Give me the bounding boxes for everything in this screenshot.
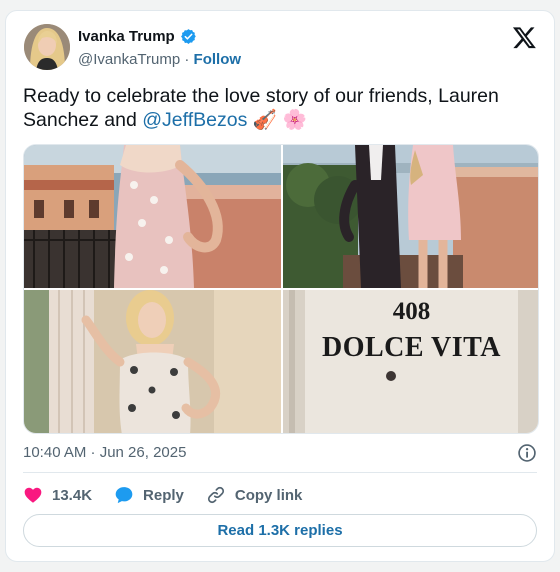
read-replies-button[interactable]: Read 1.3K replies: [23, 514, 537, 547]
verified-badge-icon: [180, 29, 196, 44]
avatar[interactable]: [24, 24, 70, 70]
info-icon[interactable]: [517, 443, 537, 463]
reply-icon: [115, 487, 133, 504]
door-number: 408: [392, 298, 431, 325]
author-name[interactable]: Ivanka Trump: [78, 28, 175, 45]
action-bar: 13.4K Reply Copy link: [23, 484, 324, 506]
photo-4[interactable]: 408 DOLCE VITA: [283, 290, 538, 433]
copy-link-label: Copy link: [234, 486, 303, 504]
author-handle-row: @IvankaTrump · Follow: [78, 51, 241, 68]
tweet-timestamp[interactable]: 10:40 AM · Jun 26, 2025: [23, 444, 186, 461]
like-button[interactable]: 13.4K: [23, 485, 92, 505]
photo-3[interactable]: [24, 290, 281, 433]
tweet-card: Ivanka Trump @IvankaTrump · Follow Ready…: [5, 10, 555, 562]
reply-button[interactable]: Reply: [114, 485, 184, 505]
copy-link-button[interactable]: Copy link: [206, 485, 303, 505]
heart-icon: [24, 487, 42, 503]
mention-link[interactable]: @JeffBezos: [142, 109, 247, 131]
media-grid: 408 DOLCE VITA: [23, 144, 539, 434]
handle-separator: ·: [184, 51, 190, 68]
reply-label: Reply: [143, 486, 184, 504]
author-handle[interactable]: @IvankaTrump: [78, 51, 180, 68]
tweet-emoji: 🎻 🌸: [252, 109, 307, 131]
x-logo-icon[interactable]: [512, 25, 537, 50]
author-name-row: Ivanka Trump: [78, 28, 197, 45]
likes-count: 13.4K: [52, 486, 93, 504]
link-icon: [207, 486, 224, 504]
follow-button[interactable]: Follow: [194, 51, 242, 68]
tweet-text: Ready to celebrate the love story of our…: [23, 84, 533, 132]
divider: [23, 472, 537, 473]
photo-2[interactable]: [283, 145, 538, 288]
photo-1[interactable]: [24, 145, 281, 288]
door-name: DOLCE VITA: [321, 332, 501, 363]
